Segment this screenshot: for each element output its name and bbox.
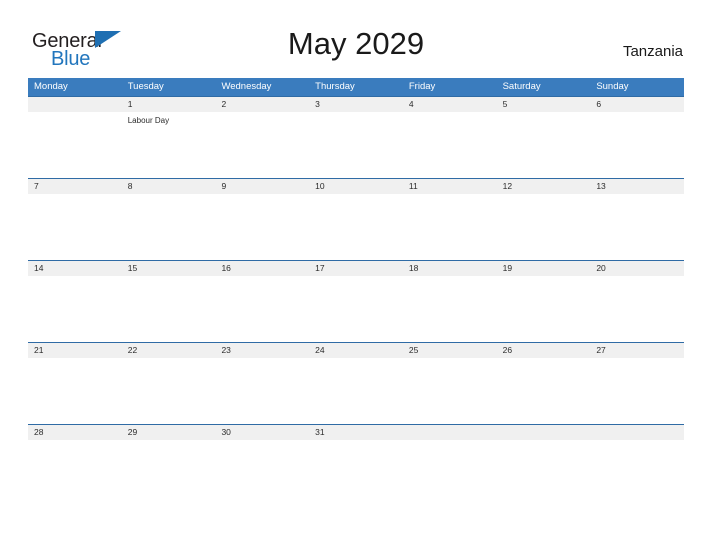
date-number[interactable]: 28 (28, 425, 122, 440)
day-cell[interactable] (403, 112, 497, 178)
day-cell[interactable] (122, 440, 216, 506)
date-number[interactable]: 25 (403, 343, 497, 358)
day-cell[interactable] (590, 276, 684, 342)
week-date-band: 28 29 30 31 (28, 425, 684, 440)
day-of-week-saturday: Saturday (502, 81, 541, 92)
date-number[interactable] (590, 425, 684, 440)
day-cell[interactable] (28, 194, 122, 260)
date-number[interactable]: 2 (215, 97, 309, 112)
day-cell[interactable] (403, 358, 497, 424)
day-of-week-thursday: Thursday (315, 81, 355, 92)
date-number[interactable]: 26 (497, 343, 591, 358)
day-of-week-friday: Friday (408, 81, 436, 92)
date-number[interactable]: 7 (28, 179, 122, 194)
day-cell[interactable] (122, 358, 216, 424)
date-number[interactable]: 21 (28, 343, 122, 358)
day-cell[interactable] (590, 358, 684, 424)
day-cell[interactable] (309, 440, 403, 506)
date-number[interactable]: 10 (309, 179, 403, 194)
date-number[interactable]: 5 (497, 97, 591, 112)
week-event-band (28, 276, 684, 342)
date-number[interactable]: 22 (122, 343, 216, 358)
day-cell[interactable] (497, 276, 591, 342)
day-cell[interactable] (590, 112, 684, 178)
day-cell[interactable] (309, 194, 403, 260)
day-cell[interactable] (590, 194, 684, 260)
page-title: May 2029 (287, 26, 425, 61)
date-number[interactable]: 11 (403, 179, 497, 194)
date-number[interactable]: 29 (122, 425, 216, 440)
day-cell[interactable] (122, 276, 216, 342)
page-header: General Blue May 2029 Tanzania (0, 0, 712, 78)
day-cell[interactable] (28, 112, 122, 178)
week-date-band: 21 22 23 24 25 26 27 (28, 343, 684, 358)
week-date-band: 14 15 16 17 18 19 20 (28, 261, 684, 276)
day-cell[interactable] (497, 358, 591, 424)
calendar-grid: Monday Tuesday Wednesday Thursday Friday… (28, 78, 684, 506)
day-cell[interactable] (497, 440, 591, 506)
country-label: Tanzania (622, 43, 683, 60)
date-number[interactable]: 14 (28, 261, 122, 276)
calendar-week-row: 28 29 30 31 (28, 424, 684, 506)
day-cell[interactable] (215, 276, 309, 342)
date-number[interactable]: 27 (590, 343, 684, 358)
day-cell[interactable] (309, 358, 403, 424)
date-number[interactable]: 6 (590, 97, 684, 112)
day-cell[interactable] (309, 112, 403, 178)
date-number[interactable]: 1 (122, 97, 216, 112)
day-cell[interactable] (403, 194, 497, 260)
date-number[interactable]: 13 (590, 179, 684, 194)
day-cell[interactable] (590, 440, 684, 506)
week-date-band: 1 2 3 4 5 6 (28, 97, 684, 112)
event-label: Labour Day (127, 116, 170, 125)
calendar-week-row: 21 22 23 24 25 26 27 (28, 342, 684, 424)
day-cell[interactable] (497, 112, 591, 178)
date-number[interactable]: 9 (215, 179, 309, 194)
week-event-band: Labour Day (28, 112, 684, 178)
date-number[interactable]: 30 (215, 425, 309, 440)
day-cell[interactable] (403, 276, 497, 342)
week-event-band (28, 194, 684, 260)
day-of-week-header: Monday Tuesday Wednesday Thursday Friday… (28, 78, 684, 96)
day-cell[interactable] (215, 112, 309, 178)
day-cell[interactable]: Labour Day (122, 112, 216, 178)
calendar-week-row: 14 15 16 17 18 19 20 (28, 260, 684, 342)
date-number[interactable] (403, 425, 497, 440)
day-of-week-sunday: Sunday (596, 81, 629, 92)
date-number[interactable]: 24 (309, 343, 403, 358)
date-number[interactable]: 20 (590, 261, 684, 276)
calendar-page: General Blue May 2029 Tanzania Monday Tu… (0, 0, 712, 550)
week-event-band (28, 440, 684, 506)
day-cell[interactable] (28, 358, 122, 424)
day-cell[interactable] (215, 194, 309, 260)
week-date-band: 7 8 9 10 11 12 13 (28, 179, 684, 194)
week-event-band (28, 358, 684, 424)
date-number[interactable]: 18 (403, 261, 497, 276)
date-number[interactable]: 16 (215, 261, 309, 276)
calendar-week-row: 7 8 9 10 11 12 13 (28, 178, 684, 260)
date-number[interactable] (28, 97, 122, 112)
day-cell[interactable] (215, 440, 309, 506)
date-number[interactable]: 31 (309, 425, 403, 440)
day-cell[interactable] (309, 276, 403, 342)
date-number[interactable]: 17 (309, 261, 403, 276)
date-number[interactable]: 4 (403, 97, 497, 112)
date-number[interactable]: 3 (309, 97, 403, 112)
day-of-week-wednesday: Wednesday (221, 81, 272, 92)
day-of-week-tuesday: Tuesday (127, 81, 164, 92)
day-cell[interactable] (28, 440, 122, 506)
day-cell[interactable] (28, 276, 122, 342)
date-number[interactable]: 15 (122, 261, 216, 276)
day-cell[interactable] (403, 440, 497, 506)
day-cell[interactable] (215, 358, 309, 424)
day-cell[interactable] (497, 194, 591, 260)
date-number[interactable] (497, 425, 591, 440)
date-number[interactable]: 8 (122, 179, 216, 194)
date-number[interactable]: 23 (215, 343, 309, 358)
date-number[interactable]: 19 (497, 261, 591, 276)
day-of-week-monday: Monday (34, 81, 68, 92)
date-number[interactable]: 12 (497, 179, 591, 194)
calendar-week-row: 1 2 3 4 5 6 Labour Day (28, 96, 684, 178)
day-cell[interactable] (122, 194, 216, 260)
